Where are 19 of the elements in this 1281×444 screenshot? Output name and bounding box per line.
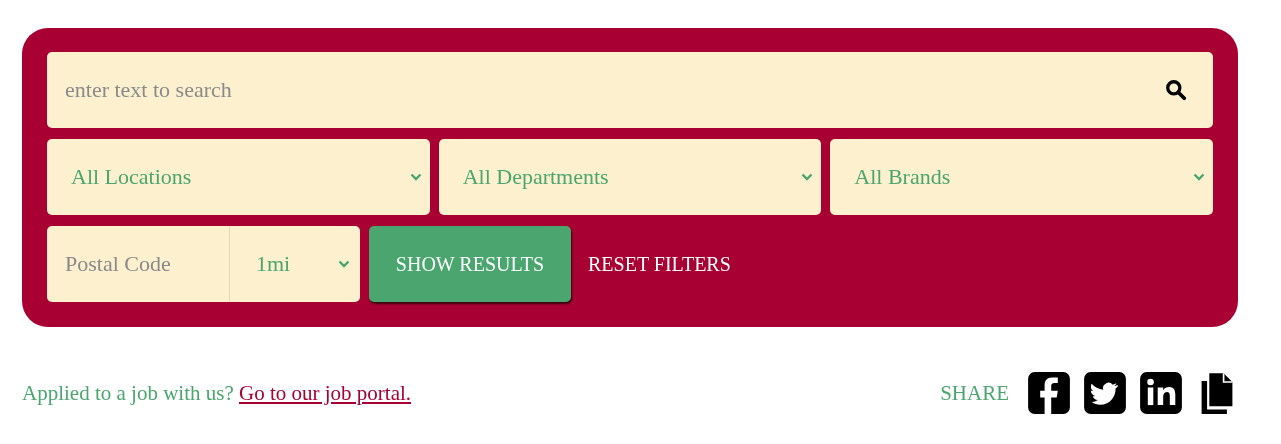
filter-dropdown[interactable]: All Departments	[438, 139, 822, 215]
job-portal-prompt: Applied to a job with us? Go to our job portal.	[22, 380, 412, 406]
chevron-icon	[338, 260, 350, 268]
reset-filters-link[interactable]: RESET FILTERS	[588, 252, 731, 276]
share-label: SHARE	[940, 380, 1009, 406]
show-results-button[interactable]: SHOW RESULTS	[369, 226, 571, 302]
chevron-icon	[801, 173, 814, 181]
chevron-icon	[409, 173, 422, 181]
filter-dropdown[interactable]: All Brands	[830, 139, 1213, 215]
search-icon[interactable]	[1165, 79, 1187, 101]
bird-icon[interactable]	[1083, 371, 1127, 415]
facebook-icon[interactable]	[1027, 371, 1071, 415]
distance-dropdown[interactable]: 1mi	[230, 226, 360, 302]
linkedin-icon[interactable]	[1139, 371, 1183, 415]
search-field[interactable]: enter text to search	[47, 52, 1213, 128]
chevron-icon	[1193, 173, 1205, 181]
filter-dropdown[interactable]: All Locations	[47, 139, 430, 215]
job-portal-link[interactable]: Go to our job portal.	[239, 380, 412, 405]
postal-code-field[interactable]: Postal Code	[47, 226, 230, 302]
